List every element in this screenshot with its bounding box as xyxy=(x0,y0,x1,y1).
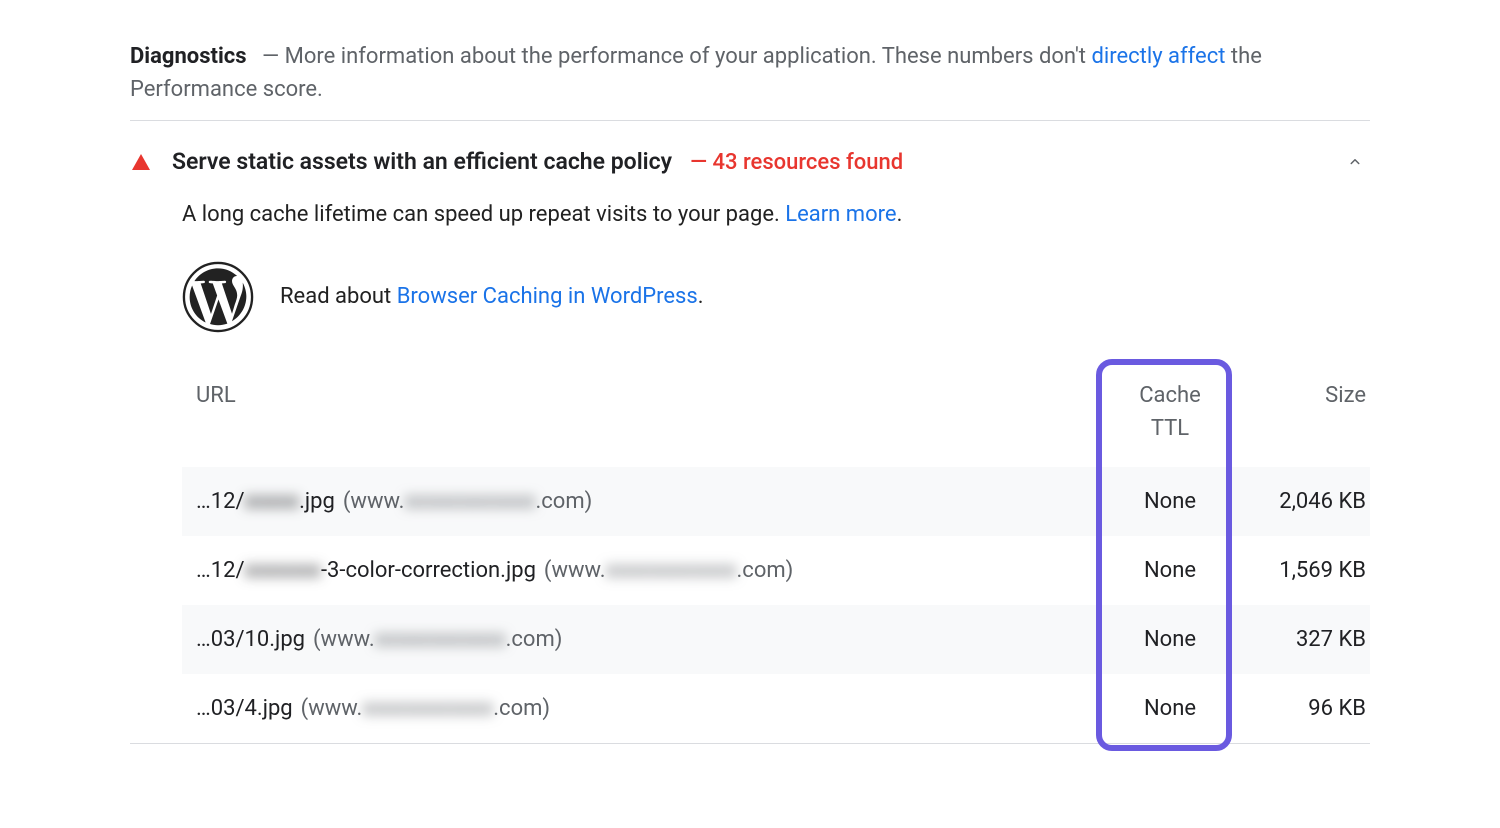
domain-redacted: xxxxxxxxxxxx xyxy=(362,696,493,721)
diagnostics-desc-prefix: — More information about the performance… xyxy=(262,44,1091,69)
url-path-suffix: -3-color-correction.jpg xyxy=(321,558,536,583)
col-size: Size xyxy=(1230,369,1370,467)
url-path-prefix: …12/ xyxy=(196,489,245,514)
ttl-cell: None xyxy=(1110,674,1230,743)
audit-body: A long cache lifetime can speed up repea… xyxy=(130,198,1370,743)
ttl-cell: None xyxy=(1110,467,1230,536)
url-cell: …12/xxxxxxx-3-color-correction.jpg (www.x… xyxy=(182,536,1110,605)
table-row[interactable]: …12/xxxxx.jpg (www.xxxxxxxxxxxx.com) None2… xyxy=(182,467,1370,536)
audit-desc-prefix: A long cache lifetime can speed up repea… xyxy=(182,202,785,227)
url-cell: …12/xxxxx.jpg (www.xxxxxxxxxxxx.com) xyxy=(182,467,1110,536)
wordpress-icon xyxy=(182,261,254,333)
wp-caching-link[interactable]: Browser Caching in WordPress xyxy=(397,284,698,309)
size-cell: 2,046 KB xyxy=(1230,467,1370,536)
ttl-cell: None xyxy=(1110,536,1230,605)
url-path-prefix: …12/ xyxy=(196,558,245,583)
domain-prefix: (www. xyxy=(313,627,375,652)
table-row[interactable]: …12/xxxxxxx-3-color-correction.jpg (www.x… xyxy=(182,536,1370,605)
col-url: URL xyxy=(182,369,1110,467)
domain-suffix: .com) xyxy=(535,489,592,514)
directly-affect-link[interactable]: directly affect xyxy=(1091,44,1225,69)
chevron-up-icon xyxy=(1346,153,1364,171)
diagnostics-title: Diagnostics xyxy=(130,44,247,69)
audit-cache-policy: Serve static assets with an efficient ca… xyxy=(130,121,1370,744)
audit-count: — 43 resources found xyxy=(690,146,903,179)
url-path-redacted: xxxxx xyxy=(245,489,300,514)
domain-prefix: (www. xyxy=(343,489,405,514)
size-cell: 1,569 KB xyxy=(1230,536,1370,605)
domain-prefix: (www. xyxy=(544,558,606,583)
url-cell: …03/4.jpg (www.xxxxxxxxxxxx.com) xyxy=(182,674,1110,743)
url-domain: (www.xxxxxxxxxxxx.com) xyxy=(301,696,550,721)
table-row[interactable]: …03/10.jpg (www.xxxxxxxxxxxx.com) None327 … xyxy=(182,605,1370,674)
diagnostics-header: Diagnostics — More information about the… xyxy=(130,30,1370,121)
url-domain: (www.xxxxxxxxxxxx.com) xyxy=(343,489,592,514)
domain-redacted: xxxxxxxxxxxx xyxy=(405,489,536,514)
url-path-prefix: …03/10.jpg xyxy=(196,627,305,652)
audit-desc-suffix: . xyxy=(897,202,903,227)
size-cell: 96 KB xyxy=(1230,674,1370,743)
wordpress-text: Read about Browser Caching in WordPress. xyxy=(280,280,704,313)
url-domain: (www.xxxxxxxxxxxx.com) xyxy=(544,558,793,583)
domain-suffix: .com) xyxy=(506,627,563,652)
resource-table-wrap: URL Cache TTL Size …12/xxxxx.jpg(www.xxx… xyxy=(182,369,1370,743)
url-cell: …03/10.jpg (www.xxxxxxxxxxxx.com) xyxy=(182,605,1110,674)
domain-redacted: xxxxxxxxxxxx xyxy=(375,627,506,652)
table-row[interactable]: …03/4.jpg (www.xxxxxxxxxxxx.com) None96 KB xyxy=(182,674,1370,743)
audit-summary-row[interactable]: Serve static assets with an efficient ca… xyxy=(130,135,1370,198)
audit-description: A long cache lifetime can speed up repea… xyxy=(182,198,1370,231)
url-path-prefix: …03/4.jpg xyxy=(196,696,293,721)
domain-prefix: (www. xyxy=(301,696,363,721)
wp-prefix: Read about xyxy=(280,284,397,309)
url-path-redacted: xxxxxxx xyxy=(245,558,321,583)
domain-redacted: xxxxxxxxxxxx xyxy=(606,558,737,583)
wordpress-row: Read about Browser Caching in WordPress. xyxy=(182,261,1370,333)
domain-suffix: .com) xyxy=(493,696,550,721)
fail-triangle-icon xyxy=(132,154,150,170)
audit-title: Serve static assets with an efficient ca… xyxy=(172,145,672,180)
domain-suffix: .com) xyxy=(737,558,794,583)
col-ttl: Cache TTL xyxy=(1110,369,1230,467)
url-path-suffix: .jpg xyxy=(299,489,335,514)
size-cell: 327 KB xyxy=(1230,605,1370,674)
ttl-cell: None xyxy=(1110,605,1230,674)
wp-suffix: . xyxy=(698,284,704,309)
learn-more-link[interactable]: Learn more xyxy=(785,202,896,227)
resource-table: URL Cache TTL Size …12/xxxxx.jpg(www.xxx… xyxy=(182,369,1370,743)
url-domain: (www.xxxxxxxxxxxx.com) xyxy=(313,627,562,652)
